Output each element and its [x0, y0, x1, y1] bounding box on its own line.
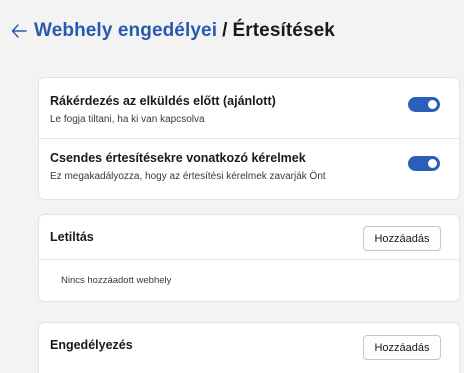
quiet-requests-title: Csendes értesítésekre vonatkozó kérelmek: [50, 151, 306, 165]
breadcrumb-parent-link[interactable]: Webhely engedélyei: [34, 20, 217, 41]
allow-section-card: Engedélyezés Hozzáadás: [38, 322, 460, 373]
back-button[interactable]: [8, 20, 30, 42]
arrow-left-icon: [11, 24, 27, 38]
ask-before-sending-description: Le fogja tiltani, ha ki van kapcsolva: [50, 114, 205, 125]
toggle-knob: [428, 159, 437, 168]
allow-section-header: Engedélyezés Hozzáadás: [39, 323, 459, 367]
ask-before-sending-row: Rákérdezés az elküldés előtt (ajánlott) …: [39, 78, 459, 138]
block-empty-row: Nincs hozzáadott webhely: [39, 259, 459, 302]
page-header: Webhely engedélyei / Értesítések: [0, 0, 464, 62]
quiet-requests-description: Ez megakadályozza, hogy az értesítési ké…: [50, 171, 326, 182]
block-empty-text: Nincs hozzáadott webhely: [61, 275, 172, 286]
allow-add-button[interactable]: Hozzáadás: [363, 335, 441, 360]
block-section-header: Letiltás Hozzáadás: [39, 215, 459, 259]
notification-toggles-card: Rákérdezés az elküldés előtt (ajánlott) …: [38, 77, 460, 200]
block-section-card: Letiltás Hozzáadás Nincs hozzáadott webh…: [38, 214, 460, 302]
notifications-settings-page: Webhely engedélyei / Értesítések Rákérdezé…: [0, 0, 464, 373]
breadcrumb-separator: /: [222, 20, 228, 41]
breadcrumb-current: Értesítések: [232, 20, 335, 41]
ask-before-sending-toggle[interactable]: [408, 97, 440, 112]
quiet-requests-row: Csendes értesítésekre vonatkozó kérelmek…: [39, 138, 459, 200]
page-title: Webhely engedélyei / Értesítések: [34, 20, 335, 42]
toggle-knob: [428, 100, 437, 109]
block-add-button[interactable]: Hozzáadás: [363, 226, 441, 251]
quiet-requests-toggle[interactable]: [408, 156, 440, 171]
ask-before-sending-title: Rákérdezés az elküldés előtt (ajánlott): [50, 94, 276, 108]
